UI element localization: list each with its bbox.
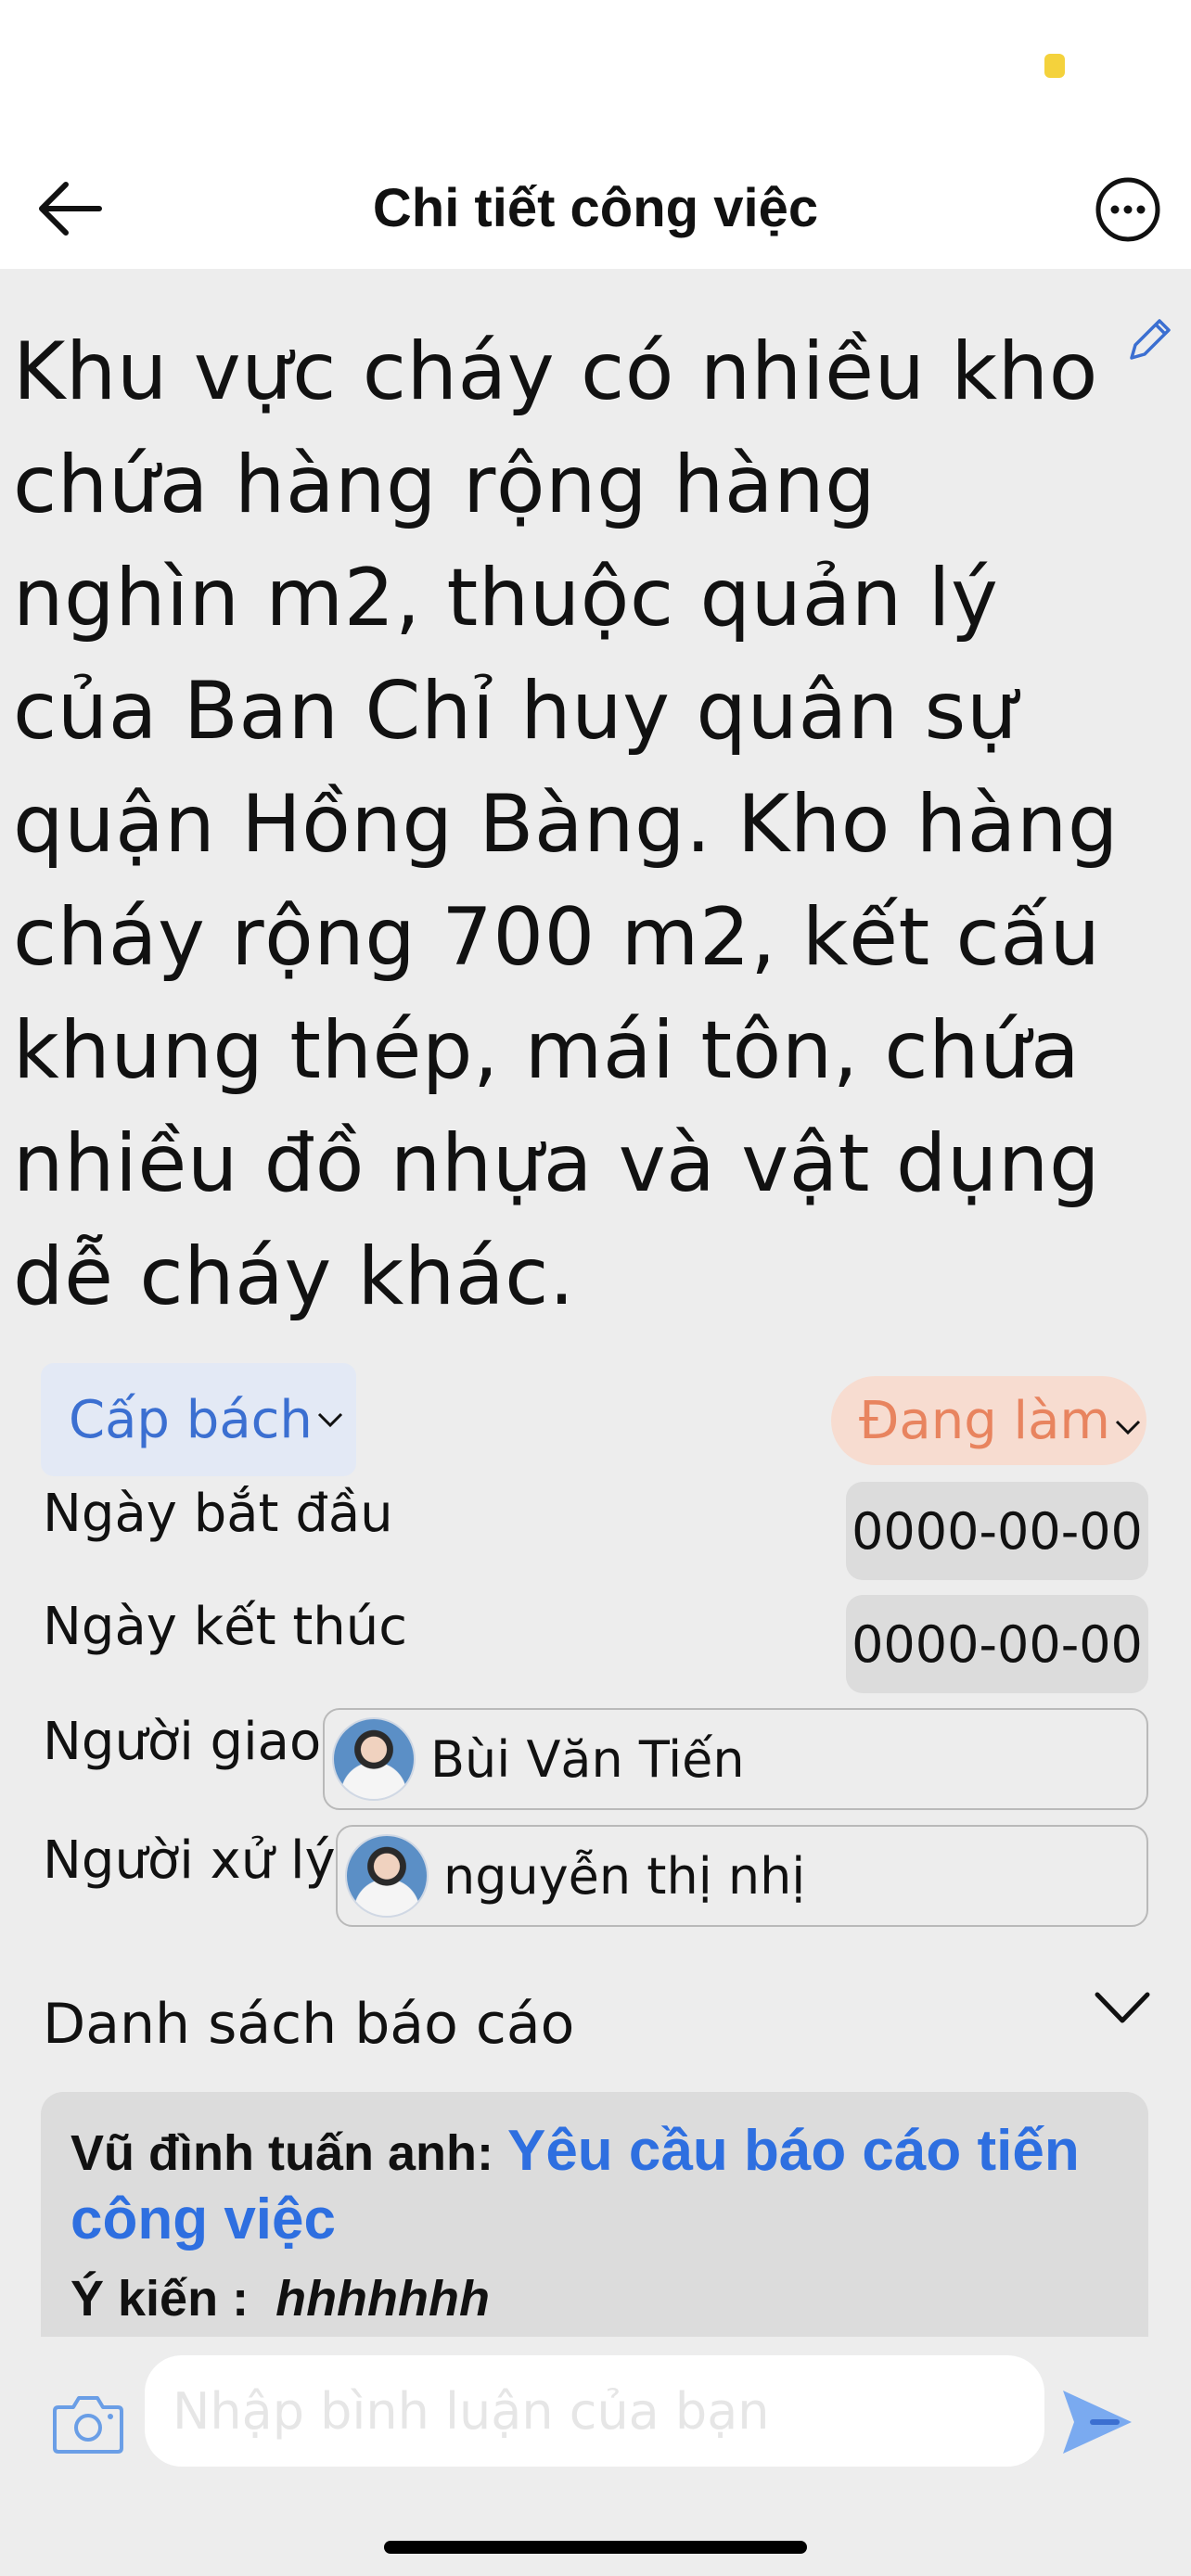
send-icon <box>1063 2391 1132 2454</box>
start-date-label: Ngày bắt đầu <box>43 1484 393 1544</box>
chevron-down-icon <box>317 1412 342 1428</box>
end-date-label: Ngày kết thúc <box>43 1597 408 1657</box>
report-item[interactable]: Vũ đình tuấn anh: Yêu cầu báo cáo tiến c… <box>41 2092 1148 2337</box>
more-horizontal-icon <box>1095 177 1160 242</box>
chevron-down-icon <box>1115 1420 1141 1435</box>
assigner-label: Người giao <box>43 1712 322 1772</box>
camera-icon <box>53 2396 123 2454</box>
avatar <box>332 1717 416 1801</box>
handler-label: Người xử lý <box>43 1830 336 1891</box>
pencil-icon <box>1130 319 1171 360</box>
indicator-dot <box>1044 54 1065 78</box>
report-header: Vũ đình tuấn anh: Yêu cầu báo cáo tiến c… <box>70 2118 1119 2255</box>
edit-button[interactable] <box>1121 310 1180 369</box>
report-opinion: Ý kiến : hhhhhhh <box>70 2270 1119 2327</box>
assigner-name: Bùi Văn Tiến <box>430 1729 745 1789</box>
report-opinion-label: Ý kiến : <box>70 2271 250 2327</box>
report-list-title: Danh sách báo cáo <box>43 1992 575 2057</box>
page-title: Chi tiết công việc <box>372 178 819 238</box>
report-opinion-value: hhhhhhh <box>275 2271 490 2327</box>
handler-field[interactable]: nguyễn thị nhị <box>336 1825 1148 1927</box>
assigner-field[interactable]: Bùi Văn Tiến <box>323 1708 1148 1810</box>
chevron-down-icon <box>1095 1992 1150 2023</box>
status-bar <box>0 0 1191 148</box>
app-header: Chi tiết công việc <box>0 148 1191 269</box>
report-author: Vũ đình tuấn anh: <box>70 2125 493 2181</box>
priority-dropdown[interactable]: Cấp bách <box>41 1363 356 1476</box>
comment-bar <box>0 2337 1191 2576</box>
home-indicator <box>384 2541 807 2554</box>
status-dropdown[interactable]: Đang làm <box>831 1376 1146 1465</box>
comment-input[interactable] <box>145 2355 1044 2467</box>
camera-button[interactable] <box>50 2385 126 2461</box>
handler-name: nguyễn thị nhị <box>443 1846 806 1906</box>
status-label: Đang làm <box>859 1390 1110 1451</box>
start-date-field[interactable]: 0000-00-00 <box>846 1482 1148 1580</box>
more-options-button[interactable] <box>1089 171 1167 249</box>
end-date-field[interactable]: 0000-00-00 <box>846 1595 1148 1693</box>
avatar <box>345 1834 429 1918</box>
task-description: Khu vực cháy có nhiều kho chứa hàng rộng… <box>13 325 1119 1323</box>
send-button[interactable] <box>1052 2378 1141 2467</box>
priority-label: Cấp bách <box>69 1389 313 1450</box>
report-list-toggle[interactable] <box>1085 1975 1159 2040</box>
